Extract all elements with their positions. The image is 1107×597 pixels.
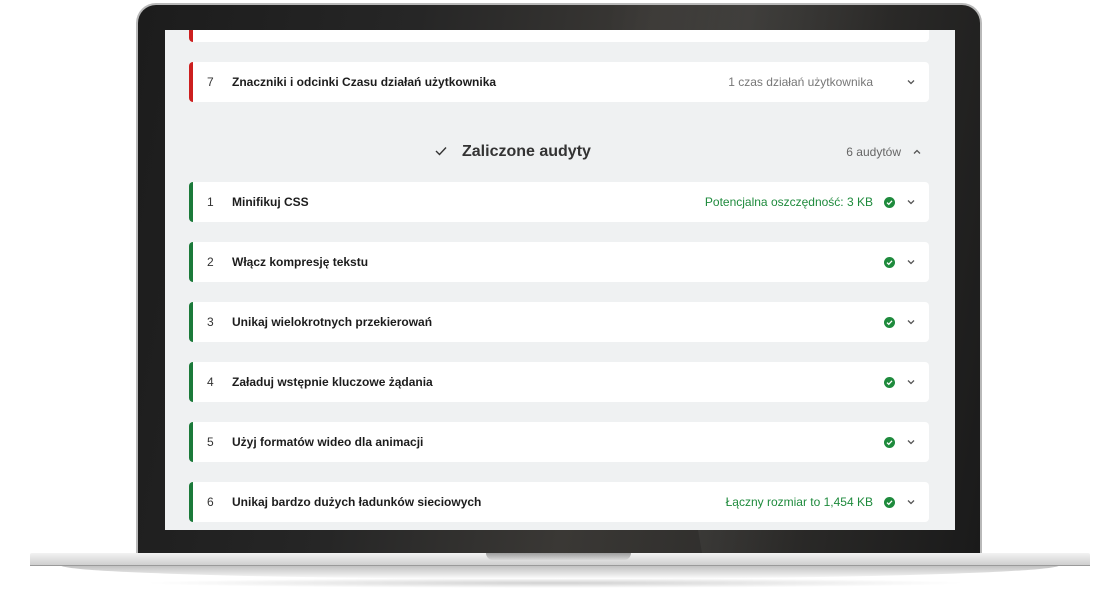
pass-indicator	[189, 242, 193, 282]
section-count: 6 audytów	[846, 145, 901, 159]
pass-badge-icon	[884, 316, 895, 328]
chevron-down-icon[interactable]	[906, 377, 916, 387]
laptop-base-notch	[486, 553, 631, 560]
audit-row-passed[interactable]: 1 Minifikuj CSS Potencjalna oszczędność:…	[189, 182, 929, 222]
audit-row-passed[interactable]: 5 Użyj formatów wideo dla animacji	[189, 422, 929, 462]
chevron-down-icon[interactable]	[906, 437, 916, 447]
pass-badge-icon	[884, 436, 895, 448]
audit-title: Unikaj bardzo dużych ładunków sieciowych	[232, 495, 482, 509]
audit-number: 5	[207, 435, 214, 449]
audit-number: 4	[207, 375, 214, 389]
chevron-up-icon[interactable]	[912, 148, 922, 156]
audit-meta: Łączny rozmiar to 1,454 KB	[725, 495, 873, 509]
chevron-down-icon[interactable]	[906, 317, 916, 327]
audit-row-passed[interactable]: 2 Włącz kompresję tekstu	[189, 242, 929, 282]
audit-title: Użyj formatów wideo dla animacji	[232, 435, 424, 449]
laptop-base-bottom	[60, 565, 1060, 579]
audit-row-passed[interactable]: 4 Załaduj wstępnie kluczowe żądania	[189, 362, 929, 402]
fail-indicator	[189, 62, 193, 102]
audit-number: 7	[207, 75, 214, 89]
pass-badge-icon	[884, 496, 895, 508]
audit-row-previous[interactable]	[189, 30, 929, 42]
audit-title: Włącz kompresję tekstu	[232, 255, 369, 269]
audit-title: Minifikuj CSS	[232, 195, 309, 209]
audit-meta: Potencjalna oszczędność: 3 KB	[704, 195, 873, 209]
passed-audits-header[interactable]: Zaliczone audyty 6 audytów	[189, 138, 929, 168]
audit-number: 3	[207, 315, 214, 329]
pass-indicator	[189, 422, 193, 462]
audit-title: Unikaj wielokrotnych przekierowań	[232, 315, 433, 329]
audit-title: Załaduj wstępnie kluczowe żądania	[232, 375, 433, 389]
audit-row-passed[interactable]: 3 Unikaj wielokrotnych przekierowań	[189, 302, 929, 342]
audit-number: 1	[207, 195, 214, 209]
chevron-down-icon[interactable]	[906, 77, 916, 87]
pass-indicator	[189, 482, 193, 522]
pass-badge-icon	[884, 256, 895, 268]
pass-indicator	[189, 182, 193, 222]
chevron-down-icon[interactable]	[906, 197, 916, 207]
chevron-down-icon[interactable]	[906, 257, 916, 267]
fail-indicator	[189, 30, 193, 42]
audit-number: 6	[207, 495, 214, 509]
chevron-down-icon[interactable]	[906, 497, 916, 507]
pass-indicator	[189, 302, 193, 342]
check-icon	[435, 147, 447, 156]
pass-badge-icon	[884, 196, 895, 208]
report-screen: 7 Znaczniki i odcinki Czasu działań użyt…	[165, 30, 955, 530]
audit-title: Znaczniki i odcinki Czasu działań użytko…	[232, 75, 497, 89]
audit-row-passed[interactable]: 6 Unikaj bardzo dużych ładunków sieciowy…	[189, 482, 929, 522]
section-title: Zaliczone audyty	[462, 143, 591, 160]
pass-indicator	[189, 362, 193, 402]
laptop-shadow	[140, 578, 970, 588]
audit-meta: 1 czas działań użytkownika	[728, 75, 873, 89]
audit-number: 2	[207, 255, 214, 269]
audit-row-failed[interactable]: 7 Znaczniki i odcinki Czasu działań użyt…	[189, 62, 929, 102]
pass-badge-icon	[884, 376, 895, 388]
